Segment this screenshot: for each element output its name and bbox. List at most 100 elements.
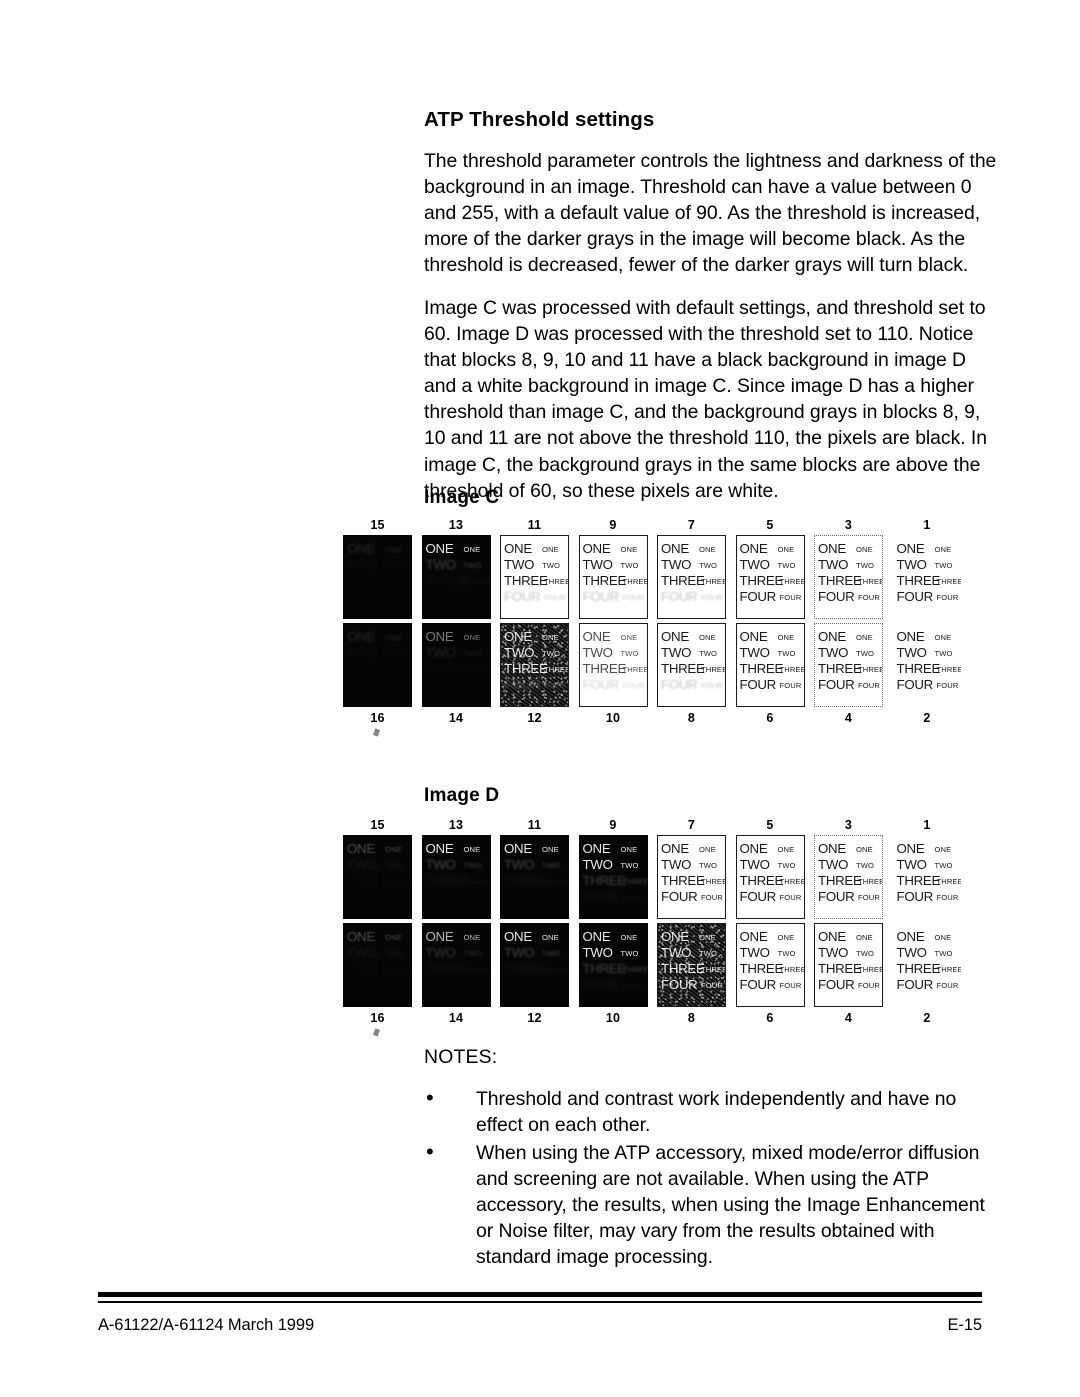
block-line-small-text: FOUR <box>701 981 723 990</box>
block-line-three: THREETHREE <box>426 961 490 977</box>
block-line-four: FOUR FOUR <box>740 977 802 993</box>
block-number-1: 1 <box>923 518 931 532</box>
block-line-small-text: TWO <box>385 646 403 662</box>
block-line-small-text: THREE <box>701 877 726 886</box>
block-line-large-text: THREE <box>661 573 705 588</box>
block-text-lines: ONEONETWOTWOTHREETHREEFOURFOUR <box>740 929 804 993</box>
block-line-three: THREETHREE <box>740 961 804 977</box>
block-line-large-text: FOUR <box>661 589 698 604</box>
block-line-small-text: ONE <box>620 545 638 554</box>
block-line-small-text: FOUR <box>701 593 723 602</box>
block-line-large-text: TWO <box>347 557 377 572</box>
block-line-small-text: TWO <box>620 949 639 958</box>
block-line-large-text: FOUR <box>818 977 855 992</box>
block-line-one: ONE ONE <box>504 929 566 945</box>
block-line-two: TWO TWO <box>740 645 802 661</box>
block-line-small-text: TWO <box>777 561 796 570</box>
block-line-two: TWO TWO <box>661 645 723 661</box>
block-line-small-text: THREE <box>544 665 569 674</box>
target-block-1: ONE ONE TWO TWO THREE THREE FOUR FOUR <box>892 535 962 619</box>
block-line-one: ONE ONE <box>661 629 723 645</box>
block-line-small-text: TWO <box>856 649 875 658</box>
block-line-large-text: ONE <box>582 629 611 644</box>
block-line-large-text: THREE <box>739 661 784 676</box>
block-line-large-text: TWO <box>818 645 849 660</box>
block-line-two: TWO TWO <box>583 557 645 573</box>
block-line-two: TWO TWO <box>740 945 802 961</box>
block-line-three: THREETHREE <box>583 573 647 589</box>
block-number-14: 14 <box>448 711 464 725</box>
block-line-small-text: ONE <box>699 933 716 942</box>
block-line-large-text: TWO <box>582 557 613 572</box>
block-line-three: THREETHREE <box>740 873 804 889</box>
block-line-small-text: FOUR <box>701 893 723 902</box>
block-line-small-text: ONE <box>934 933 952 942</box>
block-line-small-text: ONE <box>699 845 716 854</box>
block-line-one: ONE ONE <box>740 929 802 945</box>
target-block-12: ONEONETWOTWOTHREETHREEFOURFOUR <box>500 623 569 707</box>
block-line-three: THREETHREE <box>583 661 648 677</box>
block-line-three: THREETHREE <box>347 661 409 677</box>
block-line-large-text: ONE <box>425 929 454 944</box>
block-line-large-text: TWO <box>425 857 456 872</box>
block-line-two: TWO TWO <box>740 857 802 873</box>
block-line-large-text: ONE <box>425 841 454 856</box>
block-number-10: 10 <box>605 711 621 725</box>
block-number-4: 4 <box>844 1011 853 1025</box>
block-line-large-text: THREE <box>582 873 627 888</box>
document-page: ATP Threshold settings The threshold par… <box>0 0 1080 1397</box>
block-line-large-text: ONE <box>347 929 375 944</box>
block-line-four: FOUR FOUR <box>897 589 959 605</box>
block-line-large-text: TWO <box>582 945 613 960</box>
block-line-small-text: TWO <box>620 861 639 870</box>
target-block-11: ONEONETWOTWOTHREETHREEFOURFOUR <box>500 835 569 919</box>
block-line-three: THREETHREE <box>897 961 961 977</box>
block-line-four: FOUR FOUR <box>740 677 802 693</box>
block-number-9: 9 <box>609 518 617 532</box>
figure-d-top-numbers: 15 13 11 9 7 5 3 1 <box>343 818 968 835</box>
block-text-lines: ONEONETWOTWOTHREETHREEFOURFOUR <box>739 629 804 693</box>
block-line-small-text: FOUR <box>544 593 566 602</box>
block-line-small-text: TWO <box>463 949 482 958</box>
block-number-12: 12 <box>527 1011 542 1025</box>
target-block-15: ONEONETWOTWOTHREETHREEFOURFOUR <box>343 835 412 919</box>
block-line-small-text: ONE <box>620 845 638 854</box>
block-line-two: TWO TWO <box>818 645 880 661</box>
block-line-small-text: TWO <box>777 949 796 958</box>
note-item: • When using the ATP accessory, mixed mo… <box>424 1139 1000 1270</box>
block-line-large-text: THREE <box>818 573 862 588</box>
block-line-large-text: ONE <box>425 541 454 556</box>
block-line-two: TWO TWO <box>661 557 723 573</box>
block-line-small-text: TWO <box>699 949 718 958</box>
target-block-9: ONE ONE TWO TWO THREE THREE FOUR FOUR <box>578 535 648 619</box>
block-line-four: FOUR FOUR <box>661 977 723 993</box>
block-number-8: 8 <box>687 711 696 725</box>
block-line-two: TWO TWO <box>347 945 409 961</box>
target-block-3: ONE ONE TWO TWO THREE THREE FOUR FOUR <box>814 835 883 919</box>
block-line-large-text: THREE <box>504 873 548 888</box>
block-line-small-text: FOUR <box>779 593 802 602</box>
block-line-one: ONE ONE <box>583 541 645 557</box>
block-line-large-text: FOUR <box>896 889 934 904</box>
block-line-three: THREETHREE <box>897 873 961 889</box>
block-line-one: ONE ONE <box>583 629 645 645</box>
block-line-three: THREETHREE <box>740 573 804 589</box>
block-line-one: ONE ONE <box>818 541 880 557</box>
block-line-small-text: FOUR <box>779 981 802 990</box>
block-line-small-text: ONE <box>777 845 795 854</box>
block-line-small-text: THREE <box>622 665 648 674</box>
target-block-2: ONE ONE TWO TWO THREE THREE FOUR FOUR <box>892 923 962 1007</box>
block-number-1: 1 <box>923 818 931 832</box>
note-item-text: When using the ATP accessory, mixed mode… <box>476 1142 985 1269</box>
block-line-small-text: ONE <box>542 933 559 942</box>
block-line-large-text: THREE <box>818 873 862 888</box>
block-line-one: ONE ONE <box>818 841 880 857</box>
block-line-small-text: TWO <box>385 558 403 574</box>
block-line-one: ONE ONE <box>818 929 880 945</box>
target-block-7: ONE ONE TWO TWO THREE THREE FOUR FOUR <box>657 535 726 619</box>
figure-c-top-numbers: 15 13 11 9 7 5 3 1 <box>343 518 968 535</box>
block-line-small-text: ONE <box>463 633 481 642</box>
block-text-lines: ONEONETWOTWOTHREETHREEFOURFOUR <box>425 841 490 889</box>
block-line-large-text: FOUR <box>896 677 934 692</box>
block-text-lines: ONEONETWOTWOTHREETHREEFOURFOUR <box>425 929 490 977</box>
